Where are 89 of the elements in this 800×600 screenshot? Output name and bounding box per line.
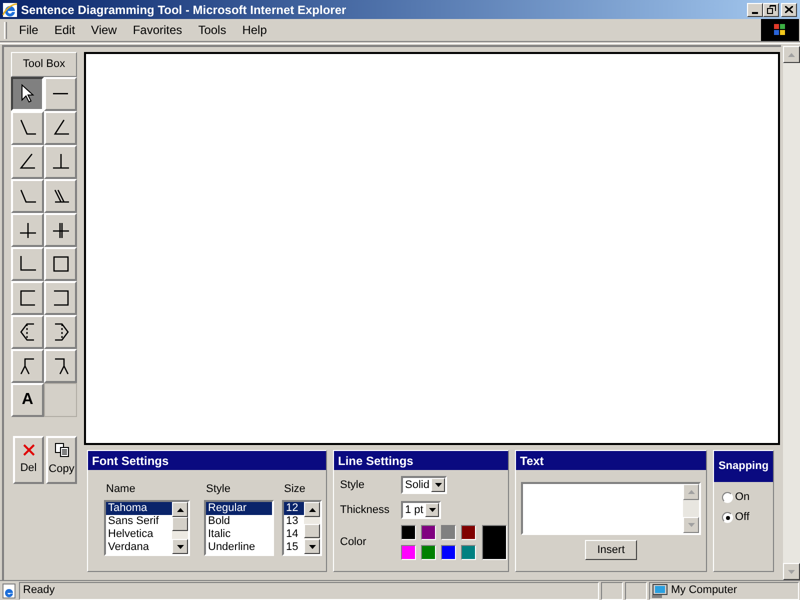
dropdown[interactable]: 1 pt: [401, 501, 442, 519]
menu-item[interactable]: Help: [236, 19, 273, 41]
scroll-down-button[interactable]: [783, 563, 800, 580]
zone-text: My Computer: [671, 583, 738, 598]
page-icon: [1, 582, 17, 598]
down-arrow-icon: [428, 508, 436, 512]
restore-button[interactable]: [763, 2, 779, 16]
list-item[interactable]: Bold: [206, 515, 272, 528]
list-box[interactable]: Tahoma Sans Serif Helvetica Verdana: [104, 500, 190, 556]
up-arrow-icon: [788, 52, 795, 56]
list-item[interactable]: Regular: [206, 502, 272, 515]
field-label: Color: [340, 535, 368, 550]
down-arrow-icon: [176, 544, 184, 548]
field-label: Style: [340, 478, 366, 493]
list-item[interactable]: 13: [284, 515, 304, 528]
status-text: Ready: [19, 582, 599, 600]
list-item[interactable]: 15: [284, 541, 304, 554]
minimize-icon: [752, 12, 758, 14]
up-arrow-icon: [308, 508, 316, 512]
copy-button[interactable]: Copy: [46, 436, 77, 484]
color-swatch[interactable]: [461, 545, 476, 560]
panel-header: Text: [516, 451, 706, 470]
radio-button[interactable]: [722, 492, 733, 503]
radio-button[interactable]: [722, 512, 733, 523]
down-arrow-icon: [688, 523, 694, 527]
up-arrow-icon: [688, 490, 694, 494]
scroll-down-button[interactable]: [172, 539, 188, 554]
color-swatch[interactable]: [401, 545, 416, 560]
scroll-up-button[interactable]: [304, 502, 320, 517]
menu-item[interactable]: Edit: [48, 19, 82, 41]
window-title: Sentence Diagramming Tool - Microsoft Internet Explorer: [21, 2, 348, 18]
list-item[interactable]: Underline: [206, 541, 272, 554]
tool-button[interactable]: [11, 77, 44, 111]
close-icon: [785, 6, 793, 13]
panel-header: Font Settings: [88, 451, 326, 470]
close-button[interactable]: [781, 2, 797, 16]
menu-item[interactable]: File: [13, 19, 44, 41]
vertical-scrollbar[interactable]: [783, 46, 800, 580]
color-swatch[interactable]: [421, 545, 436, 560]
panel-header: Snapping: [714, 451, 773, 482]
radio-option[interactable]: On: [722, 490, 773, 505]
scroll-down-button[interactable]: [304, 539, 320, 554]
dash-icon: [53, 93, 68, 95]
up-arrow-icon: [176, 508, 184, 512]
list-item[interactable]: Helvetica: [106, 528, 172, 541]
scroll-up-button[interactable]: [172, 502, 188, 517]
dropdown-button[interactable]: [431, 478, 446, 492]
color-swatch[interactable]: [441, 545, 456, 560]
dropdown[interactable]: Solid: [401, 476, 448, 494]
scroll-thumb[interactable]: [172, 517, 188, 531]
down-arrow-icon: [434, 483, 442, 487]
field-label: Name: [105, 482, 136, 495]
list-item[interactable]: 14: [284, 528, 304, 541]
panel-header: Line Settings: [334, 451, 508, 470]
list-box[interactable]: Regular Bold Italic Underline: [204, 500, 274, 556]
windows-flag-icon: [773, 23, 787, 37]
list-item[interactable]: Sans Serif: [106, 515, 172, 528]
restore-icon: [766, 5, 776, 14]
down-arrow-icon: [308, 544, 316, 548]
list-item[interactable]: 12: [284, 502, 304, 515]
pointer-icon: [20, 84, 34, 104]
dropdown-button[interactable]: [425, 503, 440, 517]
toolbox-header: Tool Box: [11, 52, 77, 77]
color-swatch[interactable]: [461, 525, 476, 540]
scroll-up-button[interactable]: [783, 46, 800, 63]
letter-icon: A: [22, 388, 34, 412]
insert-button[interactable]: Insert: [585, 540, 637, 560]
menu-item[interactable]: View: [85, 19, 123, 41]
delete-button[interactable]: Del: [13, 436, 44, 484]
minimize-button[interactable]: [747, 2, 763, 16]
menu-item[interactable]: Tools: [192, 19, 232, 41]
field-label: Style: [205, 482, 232, 495]
color-swatch[interactable]: [441, 525, 456, 540]
browser-icon: [2, 2, 18, 18]
radio-option[interactable]: Off: [722, 510, 773, 525]
close-icon: [22, 444, 34, 456]
tool-button[interactable]: A: [11, 383, 44, 417]
menu-item[interactable]: Favorites: [126, 19, 188, 41]
color-swatch[interactable]: [421, 525, 436, 540]
down-arrow-icon: [788, 570, 795, 574]
field-label: Thickness: [340, 502, 391, 518]
list-item[interactable]: Italic: [206, 528, 272, 541]
copy-icon: [54, 442, 68, 457]
list-item[interactable]: Verdana: [106, 541, 172, 554]
scroll-thumb[interactable]: [304, 524, 320, 538]
field-label: Size: [283, 482, 306, 495]
color-swatch[interactable]: [401, 525, 416, 540]
list-item[interactable]: Tahoma: [106, 502, 172, 515]
list-box[interactable]: 12 13 14 15: [282, 500, 322, 556]
